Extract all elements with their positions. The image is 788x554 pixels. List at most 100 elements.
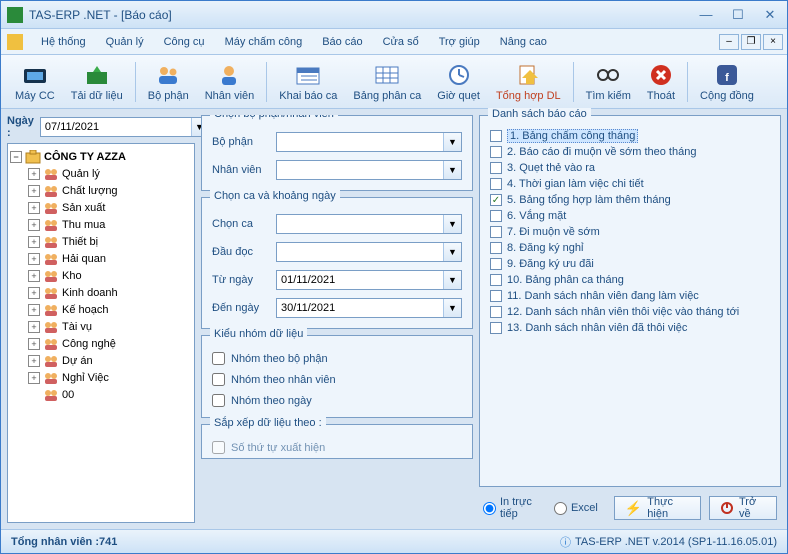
toolbar-thoat[interactable]: Thoát	[639, 57, 683, 107]
status-right: TAS-ERP .NET v.2014 (SP1-11.16.05.01)	[575, 536, 777, 548]
menu-3[interactable]: Máy chấm công	[215, 32, 313, 52]
tree-node[interactable]: +Kế hoạch	[10, 301, 192, 318]
radio-excel[interactable]: Excel	[554, 502, 598, 515]
menu-4[interactable]: Báo cáo	[312, 32, 372, 52]
reader-combo[interactable]	[277, 243, 443, 261]
menu-0[interactable]: Hệ thống	[31, 32, 96, 52]
checkbox-icon[interactable]	[490, 322, 502, 334]
tree-node[interactable]: +Nghỉ Việc	[10, 369, 192, 386]
checkbox-icon[interactable]	[490, 306, 502, 318]
tree-node[interactable]: +Quản lý	[10, 165, 192, 182]
people-icon	[43, 371, 59, 385]
toolbar-bophan[interactable]: Bộ phận	[140, 57, 197, 107]
report-item[interactable]: 11. Danh sách nhân viên đang làm việc	[490, 288, 770, 304]
toolbar: Máy CC Tải dữ liệu Bộ phận Nhân viên Kha…	[1, 55, 787, 109]
tree-node[interactable]: +Sản xuất	[10, 199, 192, 216]
menu-1[interactable]: Quản lý	[96, 32, 154, 52]
chevron-down-icon[interactable]: ▼	[443, 299, 461, 317]
toolbar-congdong[interactable]: fCộng đồng	[692, 57, 762, 107]
chevron-down-icon[interactable]: ▼	[443, 215, 461, 233]
checkbox-sort-order[interactable]: Số thứ tự xuất hiện	[212, 441, 462, 454]
people-icon	[43, 320, 59, 334]
toolbar-khaibaoca[interactable]: Khai báo ca	[271, 57, 345, 107]
tree-root[interactable]: − CÔNG TY AZZA	[10, 148, 192, 165]
mdi-restore-button[interactable]: ❐	[741, 34, 761, 50]
app-icon	[7, 7, 23, 23]
checkbox-icon[interactable]	[490, 162, 502, 174]
checkbox-icon[interactable]	[490, 146, 502, 158]
employee-combo[interactable]	[277, 161, 443, 179]
checkbox-icon[interactable]	[490, 274, 502, 286]
toolbar-tonghop[interactable]: Tổng hợp DL	[488, 57, 569, 107]
report-item[interactable]: 7. Đi muộn về sớm	[490, 224, 770, 240]
mdi-icon	[7, 34, 23, 50]
from-date-input[interactable]	[277, 271, 443, 289]
mdi-minimize-button[interactable]: –	[719, 34, 739, 50]
report-item[interactable]: ✓5. Bảng tổng hợp làm thêm tháng	[490, 192, 770, 208]
tree-node[interactable]: +Thu mua	[10, 216, 192, 233]
chevron-down-icon[interactable]: ▼	[443, 161, 461, 179]
svg-text:f: f	[725, 72, 729, 84]
toolbar-maycc[interactable]: Máy CC	[7, 57, 63, 107]
to-date-input[interactable]	[277, 299, 443, 317]
checkbox-icon[interactable]	[490, 130, 502, 142]
groupbox-dept-emp: Chọn bộ phận/nhân viên Bộ phận ▼ Nhân vi…	[201, 115, 473, 191]
tree-node[interactable]: +Công nghệ	[10, 335, 192, 352]
checkbox-icon[interactable]	[490, 242, 502, 254]
close-button[interactable]: ✕	[759, 6, 781, 24]
tree-node[interactable]: 00	[10, 386, 192, 403]
toolbar-nhanvien[interactable]: Nhân viên	[197, 57, 263, 107]
mdi-close-button[interactable]: ×	[763, 34, 783, 50]
chevron-down-icon[interactable]: ▼	[443, 271, 461, 289]
menu-2[interactable]: Công cụ	[154, 32, 215, 52]
checkbox-icon[interactable]: ✓	[490, 194, 502, 206]
action-bar: In trực tiếp Excel ⚡Thực hiện Trở về	[479, 493, 781, 523]
report-item[interactable]: 12. Danh sách nhân viên thôi việc vào th…	[490, 304, 770, 320]
tree-node[interactable]: +Kinh doanh	[10, 284, 192, 301]
tree-node[interactable]: +Thiết bị	[10, 233, 192, 250]
report-item[interactable]: 10. Bảng phân ca tháng	[490, 272, 770, 288]
checkbox-icon[interactable]	[490, 290, 502, 302]
info-icon: ⓘ	[560, 534, 571, 550]
maximize-button[interactable]: ☐	[727, 6, 749, 24]
chevron-down-icon[interactable]: ▼	[443, 243, 461, 261]
checkbox-icon[interactable]	[490, 210, 502, 222]
toolbar-gioquet[interactable]: Giờ quẹt	[429, 57, 488, 107]
execute-button[interactable]: ⚡Thực hiện	[614, 496, 701, 520]
report-item[interactable]: 2. Báo cáo đi muộn về sớm theo tháng	[490, 144, 770, 160]
report-item[interactable]: 8. Đăng ký nghỉ	[490, 240, 770, 256]
tree-node[interactable]: +Kho	[10, 267, 192, 284]
department-tree[interactable]: − CÔNG TY AZZA +Quản lý+Chất lượng+Sản x…	[7, 143, 195, 523]
checkbox-group-emp[interactable]: Nhóm theo nhân viên	[212, 373, 462, 386]
checkbox-icon[interactable]	[490, 178, 502, 190]
back-button[interactable]: Trở về	[709, 496, 777, 520]
radio-print[interactable]: In trực tiếp	[483, 496, 546, 520]
tree-node[interactable]: +Chất lượng	[10, 182, 192, 199]
report-item[interactable]: 3. Quẹt thẻ vào ra	[490, 160, 770, 176]
report-item[interactable]: 6. Vắng mặt	[490, 208, 770, 224]
tree-node[interactable]: +Tài vụ	[10, 318, 192, 335]
toolbar-timkiem[interactable]: Tìm kiếm	[578, 57, 639, 107]
checkbox-icon[interactable]	[490, 226, 502, 238]
menu-6[interactable]: Trợ giúp	[429, 32, 490, 52]
date-input[interactable]	[41, 118, 191, 136]
tree-node[interactable]: +Hải quan	[10, 250, 192, 267]
toolbar-taidl[interactable]: Tải dữ liệu	[63, 57, 131, 107]
people-icon	[43, 184, 59, 198]
report-item[interactable]: 9. Đăng ký ưu đãi	[490, 256, 770, 272]
report-item[interactable]: 13. Danh sách nhân viên đã thôi việc	[490, 320, 770, 336]
tree-node[interactable]: +Dự án	[10, 352, 192, 369]
toolbar-bangphanca[interactable]: Bảng phân ca	[345, 57, 429, 107]
menu-5[interactable]: Cửa sổ	[373, 32, 429, 52]
menu-7[interactable]: Nâng cao	[490, 32, 557, 52]
chevron-down-icon[interactable]: ▼	[443, 133, 461, 151]
checkbox-icon[interactable]	[490, 258, 502, 270]
shift-combo[interactable]	[277, 215, 443, 233]
groupbox-sort: Sắp xếp dữ liệu theo : Số thứ tự xuất hi…	[201, 424, 473, 459]
dept-combo[interactable]	[277, 133, 443, 151]
report-item[interactable]: 4. Thời gian làm việc chi tiết	[490, 176, 770, 192]
checkbox-group-date[interactable]: Nhóm theo ngày	[212, 394, 462, 407]
minimize-button[interactable]: —	[695, 6, 717, 24]
report-item[interactable]: 1. Bảng chấm công tháng	[490, 128, 770, 144]
checkbox-group-dept[interactable]: Nhóm theo bộ phận	[212, 352, 462, 365]
